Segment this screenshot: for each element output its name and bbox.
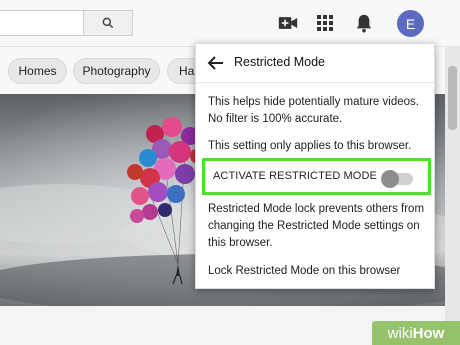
back-button[interactable] bbox=[206, 53, 226, 73]
top-bar: E bbox=[0, 0, 460, 46]
apps-button[interactable] bbox=[313, 11, 337, 35]
chip-homes[interactable]: Homes bbox=[8, 58, 67, 84]
panel-header: Restricted Mode bbox=[196, 44, 434, 83]
lock-info-line-3: this browser. bbox=[208, 237, 273, 249]
description-line-2: No filter is 100% accurate. bbox=[208, 113, 343, 125]
back-arrow-icon bbox=[207, 56, 223, 70]
search-button[interactable] bbox=[83, 10, 133, 36]
scrollbar-thumb[interactable] bbox=[448, 66, 457, 130]
create-video-button[interactable] bbox=[276, 11, 300, 35]
watermark-suffix: How bbox=[412, 324, 445, 342]
lock-info-line-2: changing the Restricted Mode settings on bbox=[208, 220, 420, 232]
search-icon bbox=[102, 17, 114, 29]
apps-grid-icon bbox=[317, 15, 333, 31]
restricted-mode-panel: Restricted Mode This helps hide potentia… bbox=[195, 43, 435, 289]
restricted-mode-toggle[interactable] bbox=[381, 170, 413, 188]
lock-info-line-1: Restricted Mode lock prevents others fro… bbox=[208, 203, 425, 215]
chip-photography[interactable]: Photography bbox=[73, 58, 160, 84]
toggle-label: ACTIVATE RESTRICTED MODE bbox=[213, 170, 377, 182]
wikihow-watermark: wiki How bbox=[372, 321, 460, 345]
notifications-button[interactable] bbox=[352, 11, 376, 35]
avatar[interactable]: E bbox=[397, 10, 424, 37]
bell-icon bbox=[356, 14, 372, 33]
lock-restricted-mode-link[interactable]: Lock Restricted Mode on this browser bbox=[208, 263, 430, 280]
panel-title: Restricted Mode bbox=[234, 55, 326, 69]
restricted-mode-toggle-row[interactable]: ACTIVATE RESTRICTED MODE bbox=[202, 158, 431, 195]
watermark-prefix: wiki bbox=[387, 324, 413, 342]
video-camera-plus-icon bbox=[278, 17, 298, 29]
scrollbar[interactable] bbox=[445, 46, 460, 345]
description-line-1: This helps hide potentially mature video… bbox=[208, 96, 419, 108]
browser-note: This setting only applies to this browse… bbox=[208, 140, 412, 152]
search-input[interactable] bbox=[0, 10, 83, 36]
toggle-knob bbox=[381, 170, 399, 188]
